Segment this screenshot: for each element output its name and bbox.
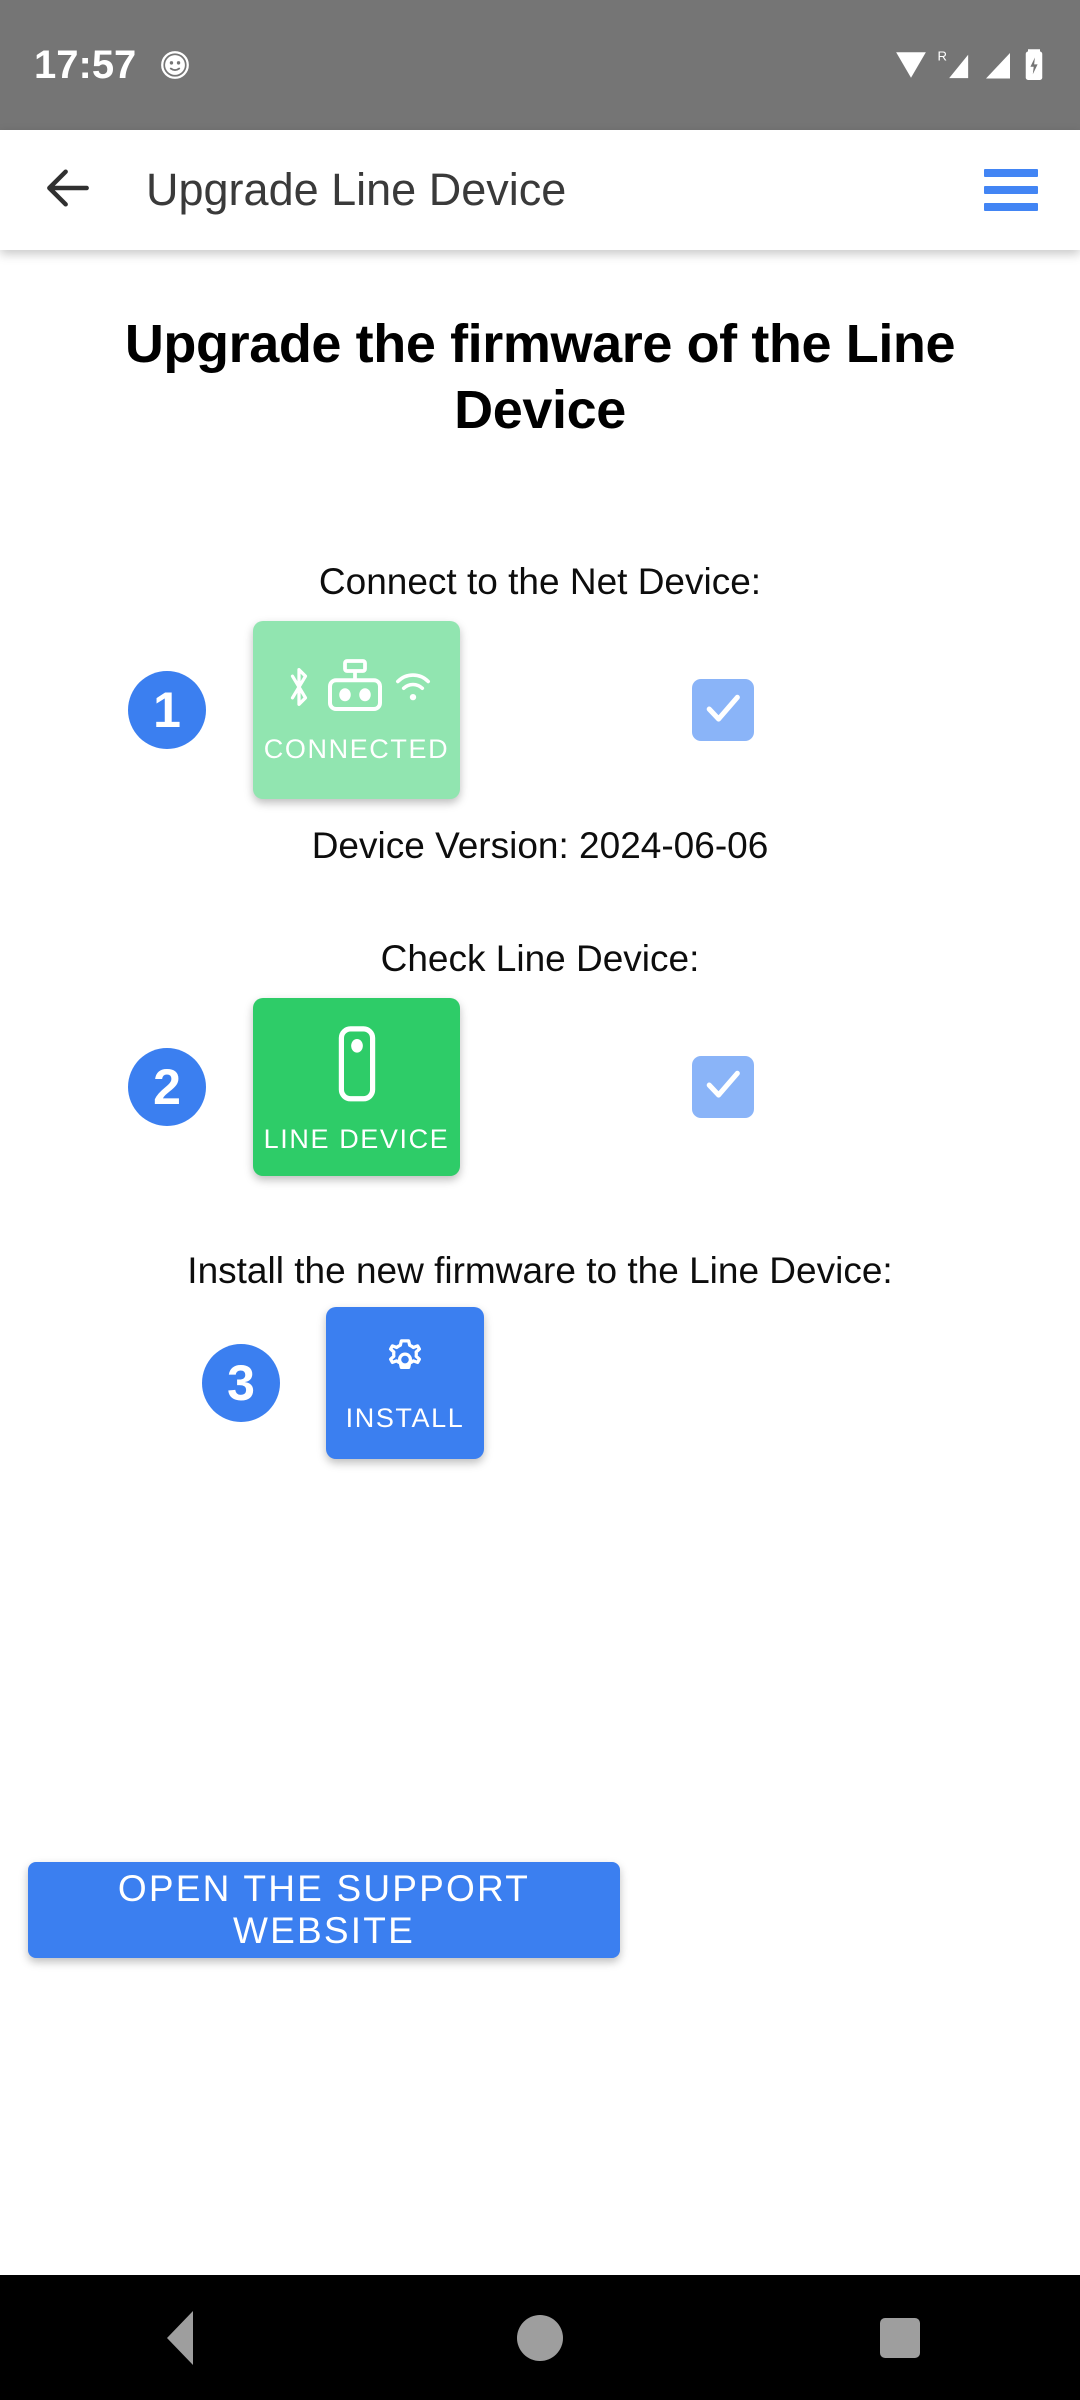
status-clock: 17:57 — [34, 43, 137, 87]
status-bar: 17:57 R — [0, 0, 1080, 130]
page-title: Upgrade Line Device — [146, 164, 567, 215]
main-content: Upgrade the firmware of the Line Device … — [0, 250, 1080, 2275]
step-3-tile-icons — [379, 1334, 431, 1391]
step-3-badge: 3 — [202, 1344, 280, 1423]
svg-text:R: R — [937, 49, 947, 64]
nav-recents-icon[interactable] — [825, 2275, 975, 2400]
connect-net-device-button[interactable]: CONNECTED — [253, 621, 460, 800]
check-line-device-button[interactable]: LINE DEVICE — [253, 997, 460, 1176]
net-device-icon — [322, 657, 388, 722]
phone-screen: 17:57 R Upgrade Line Device Upgrade the … — [0, 0, 1080, 2400]
checkmark-icon — [701, 686, 745, 735]
alarm-face-icon — [158, 48, 192, 82]
step-2-caption: Check Line Device: — [380, 937, 700, 979]
step-1-checkbox[interactable] — [692, 679, 754, 742]
nav-back-icon[interactable] — [105, 2275, 255, 2400]
step-2-tile-icons — [331, 1021, 383, 1112]
gear-icon — [379, 1334, 431, 1391]
battery-charging-icon — [1022, 47, 1046, 83]
step-2-badge: 2 — [128, 1047, 206, 1126]
wifi-icon — [394, 665, 432, 714]
roaming-signal-icon: R — [936, 47, 974, 83]
status-bar-left: 17:57 — [34, 45, 192, 85]
main-heading: Upgrade the firmware of the Line Device — [124, 314, 956, 440]
device-version-text: Device Version: 2024-06-06 — [311, 825, 769, 867]
step-3-caption: Install the new firmware to the Line Dev… — [187, 1249, 893, 1291]
system-navigation-bar — [0, 2275, 1080, 2400]
step-3-tile-label: INSTALL — [345, 1403, 465, 1434]
step-1-row-inner: 1 CONNECTED — [30, 620, 1050, 800]
arrow-back-icon — [40, 160, 96, 221]
step-2-tile-label: LINE DEVICE — [263, 1123, 450, 1154]
step-1-badge: 1 — [128, 671, 206, 750]
hamburger-menu-icon[interactable] — [984, 159, 1046, 221]
step-1-caption: Connect to the Net Device: — [318, 560, 762, 602]
step-1-row: 1 CONNECTED — [30, 604, 1050, 800]
step-3-row: 3 INSTALL — [30, 1293, 1050, 1463]
step-3-row-inner: 3 INSTALL — [30, 1303, 1050, 1463]
step-2-checkbox[interactable] — [692, 1055, 754, 1118]
install-firmware-button[interactable]: INSTALL — [326, 1307, 484, 1460]
wifi-icon — [893, 48, 929, 82]
signal-icon — [981, 47, 1015, 83]
bluetooth-icon — [282, 661, 316, 718]
line-device-icon — [331, 1021, 383, 1112]
step-2-row: 2 LINE DEVICE — [30, 981, 1050, 1177]
step-1-tile-icons — [282, 657, 432, 722]
app-bar: Upgrade Line Device — [0, 130, 1080, 250]
step-2-row-inner: 2 LINE DEVICE — [30, 997, 1050, 1177]
nav-home-icon[interactable] — [465, 2275, 615, 2400]
open-support-website-button[interactable]: OPEN THE SUPPORT WEBSITE — [28, 1862, 620, 1958]
checkmark-icon — [701, 1062, 745, 1111]
status-bar-right: R — [893, 47, 1046, 83]
step-1-tile-label: CONNECTED — [263, 734, 450, 765]
back-button[interactable] — [30, 152, 106, 228]
